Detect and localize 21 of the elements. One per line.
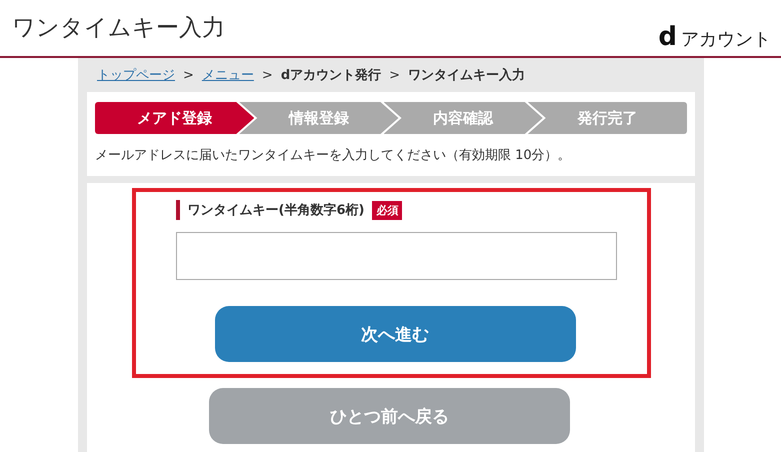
back-button[interactable]: ひとつ前へ戻る — [209, 388, 570, 444]
breadcrumb-separator: > — [389, 68, 400, 82]
step: 発行完了 — [528, 102, 687, 134]
breadcrumb-link[interactable]: メニュー — [202, 66, 254, 84]
required-badge: 必須 — [372, 200, 402, 220]
breadcrumb-item: ワンタイムキー入力 — [408, 66, 526, 84]
step: メアド登録 — [95, 102, 254, 134]
breadcrumb-separator: > — [183, 68, 194, 82]
step: 内容確認 — [384, 102, 543, 134]
breadcrumb-separator: > — [262, 68, 273, 82]
step: 情報登録 — [239, 102, 398, 134]
breadcrumb-link[interactable]: トップページ — [97, 66, 175, 84]
breadcrumb-item: dアカウント発行 — [280, 67, 382, 84]
next-button[interactable]: 次へ進む — [214, 306, 576, 362]
logo-text: アカウント — [681, 28, 771, 51]
field-label: ワンタイムキー(半角数字6桁) — [188, 202, 364, 219]
input-field[interactable] — [176, 232, 616, 280]
logo-mark: d — [658, 24, 677, 50]
page-title: ワンタイムキー入力 — [12, 14, 225, 43]
instruction-text: メールアドレスに届いたワンタイムキーを入力してください（有効期限 10分）。 — [95, 147, 572, 164]
label-bar — [176, 200, 180, 220]
